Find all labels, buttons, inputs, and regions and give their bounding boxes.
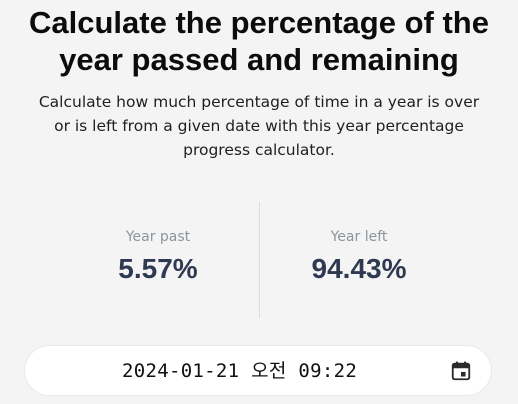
page-title-line-1: Calculate the percentage of the bbox=[29, 5, 489, 40]
year-left-label: Year left bbox=[330, 229, 388, 245]
page-title: Calculate the percentage of the year pas… bbox=[0, 4, 518, 78]
page-title-line-2: year passed and remaining bbox=[59, 42, 459, 77]
page-description-line-2: or is left from a given date with this y… bbox=[54, 117, 464, 135]
datetime-input[interactable]: 2024-01-21 오전 09:22 bbox=[24, 345, 492, 396]
year-progress-stats: Year past 5.57% Year left 94.43% bbox=[0, 202, 518, 318]
page-description-line-1: Calculate how much percentage of time in… bbox=[38, 93, 480, 111]
year-past-label: Year past bbox=[125, 229, 191, 245]
calendar-icon[interactable] bbox=[450, 360, 472, 382]
year-left-value: 94.43% bbox=[311, 253, 407, 284]
page-description-line-3: progress calculator. bbox=[183, 141, 335, 159]
datetime-input-value[interactable]: 2024-01-21 오전 09:22 bbox=[122, 360, 357, 382]
year-past-value: 5.57% bbox=[118, 253, 198, 284]
page-description: Calculate how much percentage of time in… bbox=[6, 90, 512, 162]
